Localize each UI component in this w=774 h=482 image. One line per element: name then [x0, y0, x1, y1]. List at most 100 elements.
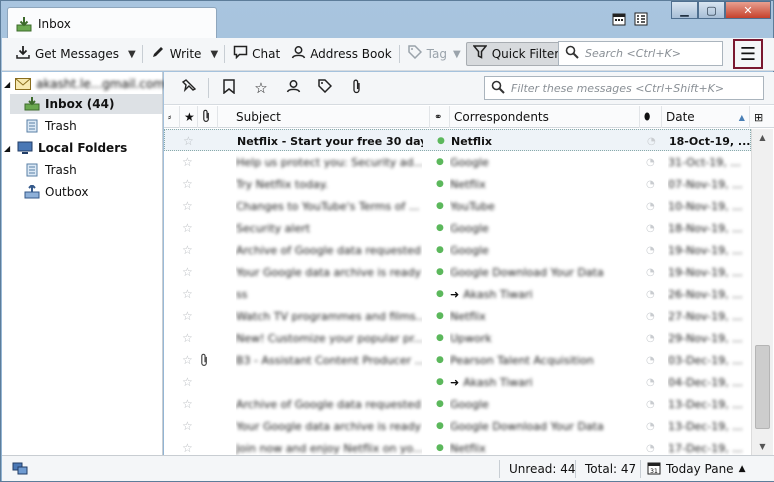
star-icon[interactable]: ☆ [183, 130, 197, 152]
contact-filter-button[interactable] [277, 76, 309, 100]
sticky-filter-button[interactable] [172, 76, 204, 100]
column-picker-button[interactable]: ⊞ [750, 106, 774, 128]
attachment-column-header[interactable] [198, 106, 218, 128]
star-icon[interactable]: ☆ [182, 393, 196, 415]
star-icon[interactable]: ☆ [182, 283, 196, 305]
star-icon[interactable]: ☆ [182, 217, 196, 239]
tasks-icon[interactable] [633, 11, 649, 27]
read-column-header[interactable]: ⚭ [430, 106, 450, 128]
write-dropdown-icon[interactable]: ▼ [206, 49, 222, 60]
junk-status-icon[interactable]: ◔ [646, 437, 658, 455]
folder-trash[interactable]: Trash [24, 116, 162, 136]
junk-status-icon[interactable]: ◔ [646, 217, 658, 239]
junk-status-icon[interactable]: ◔ [647, 130, 659, 152]
star-icon[interactable]: ☆ [182, 239, 196, 261]
collapse-icon[interactable]: ◢ [4, 80, 10, 89]
star-icon[interactable]: ☆ [182, 173, 196, 195]
unread-dot-icon[interactable]: ● [436, 195, 444, 217]
junk-status-icon[interactable]: ◔ [646, 239, 658, 261]
scroll-up-icon[interactable]: ▲ [752, 129, 773, 146]
vertical-scrollbar[interactable]: ▲ ▼ [751, 129, 773, 455]
get-messages-button[interactable]: Get Messages [10, 42, 124, 66]
junk-status-icon[interactable]: ◔ [646, 393, 658, 415]
scroll-down-icon[interactable]: ▼ [752, 438, 773, 455]
junk-status-icon[interactable]: ◔ [646, 371, 658, 393]
online-status-icon[interactable] [12, 456, 28, 482]
message-row[interactable]: ☆ Archive of Google data requested ● Google… [164, 393, 751, 415]
junk-status-icon[interactable]: ◔ [646, 349, 658, 371]
star-icon[interactable]: ☆ [182, 415, 196, 437]
message-row[interactable]: ☆ Your Google data archive is ready ● Googl… [164, 415, 751, 437]
filter-input[interactable] [511, 81, 761, 95]
today-pane-button[interactable]: 31 Today Pane ▲ [647, 456, 745, 482]
thread-column-header[interactable]: ⸗ [164, 106, 180, 128]
message-row[interactable]: ☆ Your Google data archive is ready ● Googl… [164, 261, 751, 283]
star-icon[interactable]: ☆ [182, 305, 196, 327]
star-icon[interactable]: ☆ [182, 349, 196, 371]
message-row[interactable]: ☆ Security alert ● Google ◔ 18-Nov-19, ... [164, 217, 751, 239]
folder-local-trash[interactable]: Trash [24, 160, 162, 180]
message-row[interactable]: ☆ ss ● ➜ Akash Tiwari ◔ 26-Nov-19, ... [164, 283, 751, 305]
unread-dot-icon[interactable]: ● [437, 130, 445, 152]
junk-status-icon[interactable]: ◔ [646, 415, 658, 437]
close-button[interactable]: ✕ [725, 1, 771, 19]
address-book-button[interactable]: Address Book [285, 42, 396, 66]
date-column-header[interactable]: Date ▲ [662, 106, 750, 128]
message-row[interactable]: ☆ Archive of Google data requested ● Google… [164, 239, 751, 261]
message-row[interactable]: ☆ B3 - Assistant Content Producer ... ● Pea… [164, 349, 751, 371]
folder-inbox[interactable]: Inbox (44) [10, 94, 162, 114]
unread-dot-icon[interactable]: ● [436, 239, 444, 261]
tab-inbox[interactable]: Inbox [7, 7, 217, 39]
scrollbar-thumb[interactable] [755, 345, 770, 429]
message-row[interactable]: ☆ Help us protect you: Security ad... ● Goo… [164, 151, 751, 173]
quick-filter-button[interactable]: Quick Filter [465, 42, 566, 66]
attachment-filter-button[interactable] [341, 76, 373, 100]
correspondents-column-header[interactable]: Correspondents [450, 106, 640, 128]
unread-dot-icon[interactable]: ● [436, 415, 444, 437]
star-icon[interactable]: ☆ [182, 151, 196, 173]
folder-outbox[interactable]: Outbox [24, 182, 162, 202]
unread-dot-icon[interactable]: ● [436, 283, 444, 305]
message-row[interactable]: ☆ Join now and enjoy Netflix on yo... ● Net… [164, 437, 751, 455]
minimize-button[interactable]: ▁ [671, 1, 698, 19]
tag-button[interactable]: Tag ▼ [402, 42, 466, 66]
maximize-button[interactable]: ▢ [698, 1, 725, 19]
get-messages-dropdown-icon[interactable]: ▼ [124, 49, 140, 60]
subject-column-header[interactable]: Subject [218, 106, 430, 128]
message-row[interactable]: ☆ Netflix - Start your free 30 days. ● Netf… [164, 129, 751, 151]
unread-dot-icon[interactable]: ● [436, 261, 444, 283]
message-row[interactable]: ☆ Try Netflix today. ● Netflix ◔ 07-Nov-19, .… [164, 173, 751, 195]
unread-dot-icon[interactable]: ● [436, 393, 444, 415]
junk-status-icon[interactable]: ◔ [646, 195, 658, 217]
search-input[interactable] [585, 47, 720, 60]
star-icon[interactable]: ☆ [182, 195, 196, 217]
chat-button[interactable]: Chat [227, 42, 285, 66]
junk-status-icon[interactable]: ◔ [646, 261, 658, 283]
starred-filter-button[interactable]: ☆ [245, 76, 277, 100]
junk-status-icon[interactable]: ◔ [646, 305, 658, 327]
folder-account[interactable]: ◢ akasht.le...gmail.com [4, 74, 165, 94]
folder-local-folders[interactable]: ◢ Local Folders [4, 138, 162, 158]
unread-dot-icon[interactable]: ● [436, 349, 444, 371]
star-column-header[interactable]: ★ [180, 106, 198, 128]
filter-search[interactable] [484, 76, 764, 100]
star-icon[interactable]: ☆ [182, 371, 196, 393]
message-row[interactable]: ☆ New! Customize your popular pr... ● Upwor… [164, 327, 751, 349]
unread-dot-icon[interactable]: ● [436, 305, 444, 327]
unread-dot-icon[interactable]: ● [436, 217, 444, 239]
unread-filter-button[interactable] [213, 76, 245, 100]
unread-dot-icon[interactable]: ● [436, 173, 444, 195]
unread-dot-icon[interactable]: ● [436, 151, 444, 173]
unread-dot-icon[interactable]: ● [436, 371, 444, 393]
calendar-icon[interactable] [611, 11, 627, 27]
junk-status-icon[interactable]: ◔ [646, 283, 658, 305]
star-icon[interactable]: ☆ [182, 437, 196, 455]
write-button[interactable]: Write [145, 42, 207, 66]
unread-dot-icon[interactable]: ● [436, 437, 444, 455]
app-menu-button[interactable]: ☰ [733, 39, 763, 69]
tags-filter-button[interactable] [309, 76, 341, 100]
junk-status-icon[interactable]: ◔ [646, 173, 658, 195]
junk-column-header[interactable]: ⬮ [640, 106, 662, 128]
collapse-icon[interactable]: ◢ [4, 144, 12, 153]
message-row[interactable]: ☆ Watch TV programmes and films... ● Netfli… [164, 305, 751, 327]
